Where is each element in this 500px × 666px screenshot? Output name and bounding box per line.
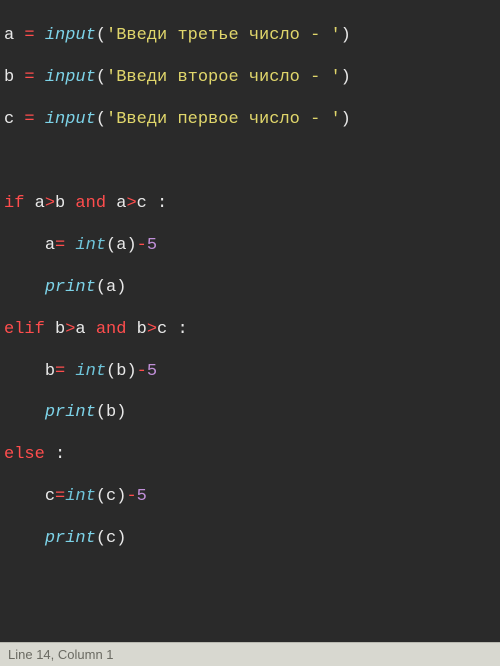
builtin-int: int (75, 236, 106, 255)
keyword: and (75, 194, 106, 213)
paren: ) (116, 487, 126, 506)
variable: a (116, 236, 126, 255)
function-call: input (45, 26, 96, 45)
operator: > (45, 194, 55, 213)
variable: c (4, 110, 14, 129)
keyword: elif (4, 320, 45, 339)
code-line: else : (4, 444, 496, 467)
number: 5 (137, 487, 147, 506)
code-line: print(b) (4, 402, 496, 425)
keyword: else (4, 445, 45, 464)
code-line: b= int(b)-5 (4, 361, 496, 384)
paren: ) (116, 403, 126, 422)
variable: b (55, 320, 65, 339)
variable: c (106, 487, 116, 506)
variable: a (116, 194, 126, 213)
code-line: c = input('Введи первое число - ') (4, 109, 496, 132)
operator: > (65, 320, 75, 339)
paren: ) (126, 236, 136, 255)
function-call: print (45, 403, 96, 422)
number: 5 (147, 236, 157, 255)
status-bar: Line 14, Column 1 (0, 642, 500, 666)
paren: ) (116, 278, 126, 297)
space (65, 236, 75, 255)
operator: = (55, 236, 65, 255)
paren: ) (341, 68, 351, 87)
paren: ) (116, 529, 126, 548)
paren: ( (96, 110, 106, 129)
operator: = (55, 362, 65, 381)
indent (4, 403, 45, 422)
blank-line (4, 151, 496, 174)
keyword: if (4, 194, 24, 213)
variable: b (106, 403, 116, 422)
variable: a (45, 236, 55, 255)
code-line: elif b>a and b>c : (4, 319, 496, 342)
builtin-int: int (65, 487, 96, 506)
colon: : (147, 194, 167, 213)
variable: b (116, 362, 126, 381)
variable: b (137, 320, 147, 339)
operator: > (126, 194, 136, 213)
indent (4, 278, 45, 297)
paren: ) (341, 26, 351, 45)
paren: ( (96, 487, 106, 506)
cursor-position: Line 14, Column 1 (8, 647, 114, 662)
code-line: c=int(c)-5 (4, 486, 496, 509)
code-line: b = input('Введи второе число - ') (4, 67, 496, 90)
variable: b (45, 362, 55, 381)
operator: - (126, 487, 136, 506)
variable: a (4, 26, 14, 45)
variable: a (106, 278, 116, 297)
paren: ( (96, 278, 106, 297)
colon: : (45, 445, 65, 464)
variable: c (137, 194, 147, 213)
function-call: input (45, 110, 96, 129)
paren: ( (96, 26, 106, 45)
string-literal: 'Введи второе число - ' (106, 68, 341, 87)
builtin-int: int (75, 362, 106, 381)
string-literal: 'Введи первое число - ' (106, 110, 341, 129)
operator: = (55, 487, 65, 506)
keyword: and (96, 320, 127, 339)
indent (4, 362, 45, 381)
string-literal: 'Введи третье число - ' (106, 26, 341, 45)
code-line: a = input('Введи третье число - ') (4, 25, 496, 48)
variable: c (157, 320, 167, 339)
paren: ( (96, 403, 106, 422)
paren: ( (106, 362, 116, 381)
function-call: print (45, 278, 96, 297)
function-call: input (45, 68, 96, 87)
code-editor[interactable]: a = input('Введи третье число - ') b = i… (0, 0, 500, 642)
paren: ) (126, 362, 136, 381)
paren: ( (96, 529, 106, 548)
paren: ( (96, 68, 106, 87)
operator: = (24, 110, 34, 129)
code-line: a= int(a)-5 (4, 235, 496, 258)
operator: - (137, 362, 147, 381)
variable: a (75, 320, 85, 339)
number: 5 (147, 362, 157, 381)
indent (4, 487, 45, 506)
operator: > (147, 320, 157, 339)
variable: b (55, 194, 65, 213)
variable: c (106, 529, 116, 548)
operator: = (24, 68, 34, 87)
variable: a (35, 194, 45, 213)
variable: c (45, 487, 55, 506)
operator: = (24, 26, 34, 45)
paren: ( (106, 236, 116, 255)
indent (4, 236, 45, 255)
operator: - (137, 236, 147, 255)
variable: b (4, 68, 14, 87)
indent (4, 529, 45, 548)
space (65, 362, 75, 381)
colon: : (167, 320, 187, 339)
code-line: if a>b and a>c : (4, 193, 496, 216)
code-line: print(c) (4, 528, 496, 551)
function-call: print (45, 529, 96, 548)
paren: ) (341, 110, 351, 129)
code-line: print(a) (4, 277, 496, 300)
